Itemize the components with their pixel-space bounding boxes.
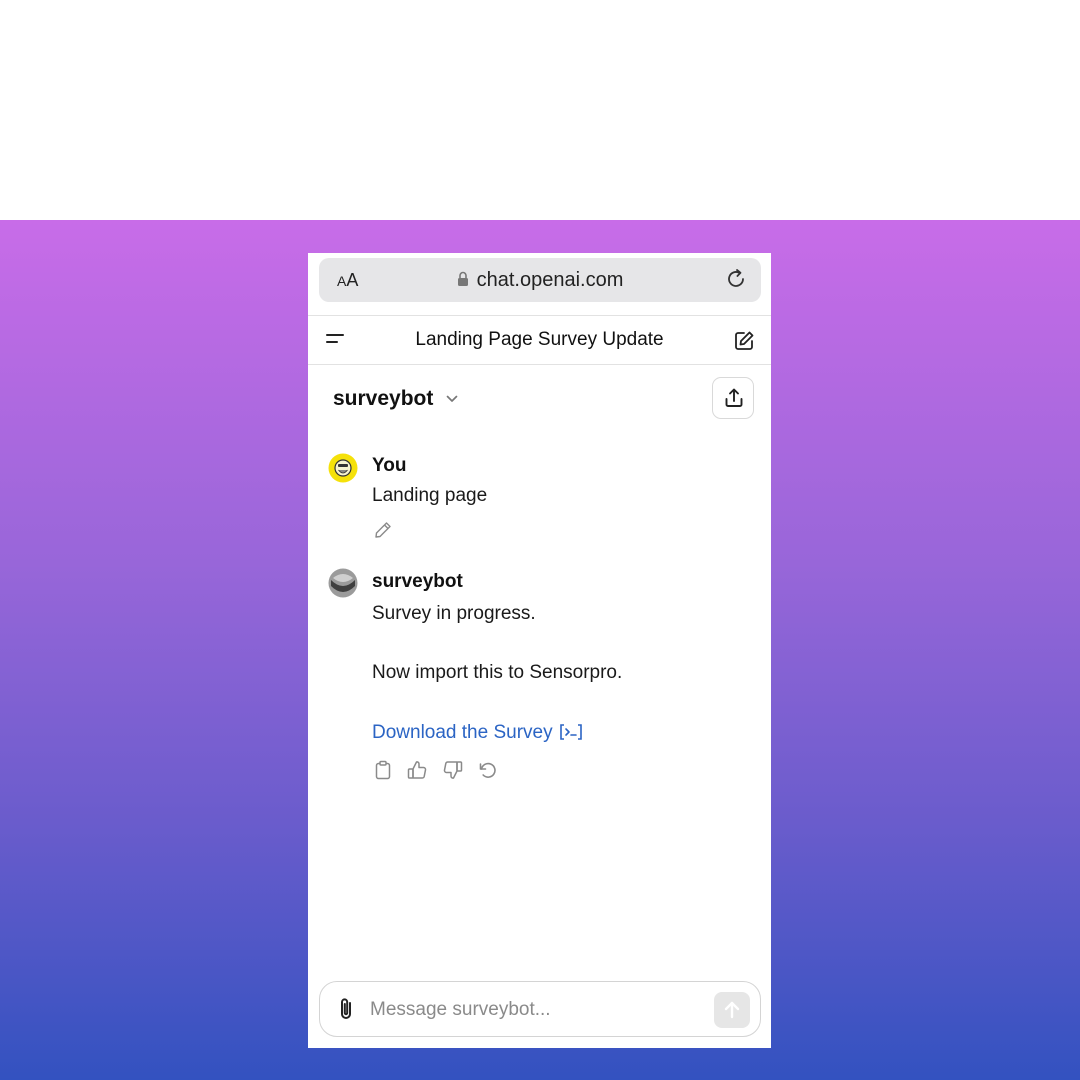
bot-message-text-2: Now import this to Sensorpro. — [372, 662, 623, 683]
download-survey-link[interactable]: Download the Survey — [372, 722, 583, 744]
message-composer — [319, 981, 761, 1037]
copy-icon[interactable] — [374, 760, 392, 785]
reload-icon[interactable] — [725, 268, 747, 295]
compose-icon[interactable] — [733, 330, 755, 357]
thumbs-up-icon[interactable] — [407, 760, 427, 785]
bot-message-text: Survey in progress. — [372, 603, 536, 624]
lock-icon — [457, 270, 469, 293]
user-author-label: You — [372, 455, 407, 476]
model-name: surveybot — [333, 387, 434, 410]
arrow-up-icon — [724, 1001, 740, 1019]
url-display[interactable]: chat.openai.com — [319, 269, 761, 293]
model-selector[interactable]: surveybot — [333, 387, 458, 411]
message-actions — [374, 760, 509, 785]
url-text: chat.openai.com — [476, 269, 624, 291]
bot-avatar-icon — [328, 568, 358, 598]
code-interpreter-icon — [559, 724, 582, 740]
paperclip-icon[interactable] — [336, 996, 356, 1027]
phone-screen: AA chat.openai.com Landing Page Survey U… — [308, 253, 771, 1048]
bot-author-label: surveybot — [372, 571, 463, 592]
user-message-text: Landing page — [372, 485, 488, 506]
share-button[interactable] — [712, 377, 754, 419]
send-button[interactable] — [714, 992, 750, 1028]
regenerate-icon[interactable] — [478, 760, 498, 785]
user-avatar-icon — [328, 453, 358, 483]
chevron-down-icon — [446, 390, 458, 408]
pencil-icon[interactable] — [374, 521, 392, 544]
page-title: Landing Page Survey Update — [415, 329, 664, 350]
chat-header: Landing Page Survey Update — [308, 315, 771, 365]
share-icon — [725, 388, 743, 407]
browser-url-bar[interactable]: AA chat.openai.com — [319, 258, 761, 302]
message-input[interactable] — [368, 992, 702, 1028]
thumbs-down-icon[interactable] — [443, 760, 463, 785]
